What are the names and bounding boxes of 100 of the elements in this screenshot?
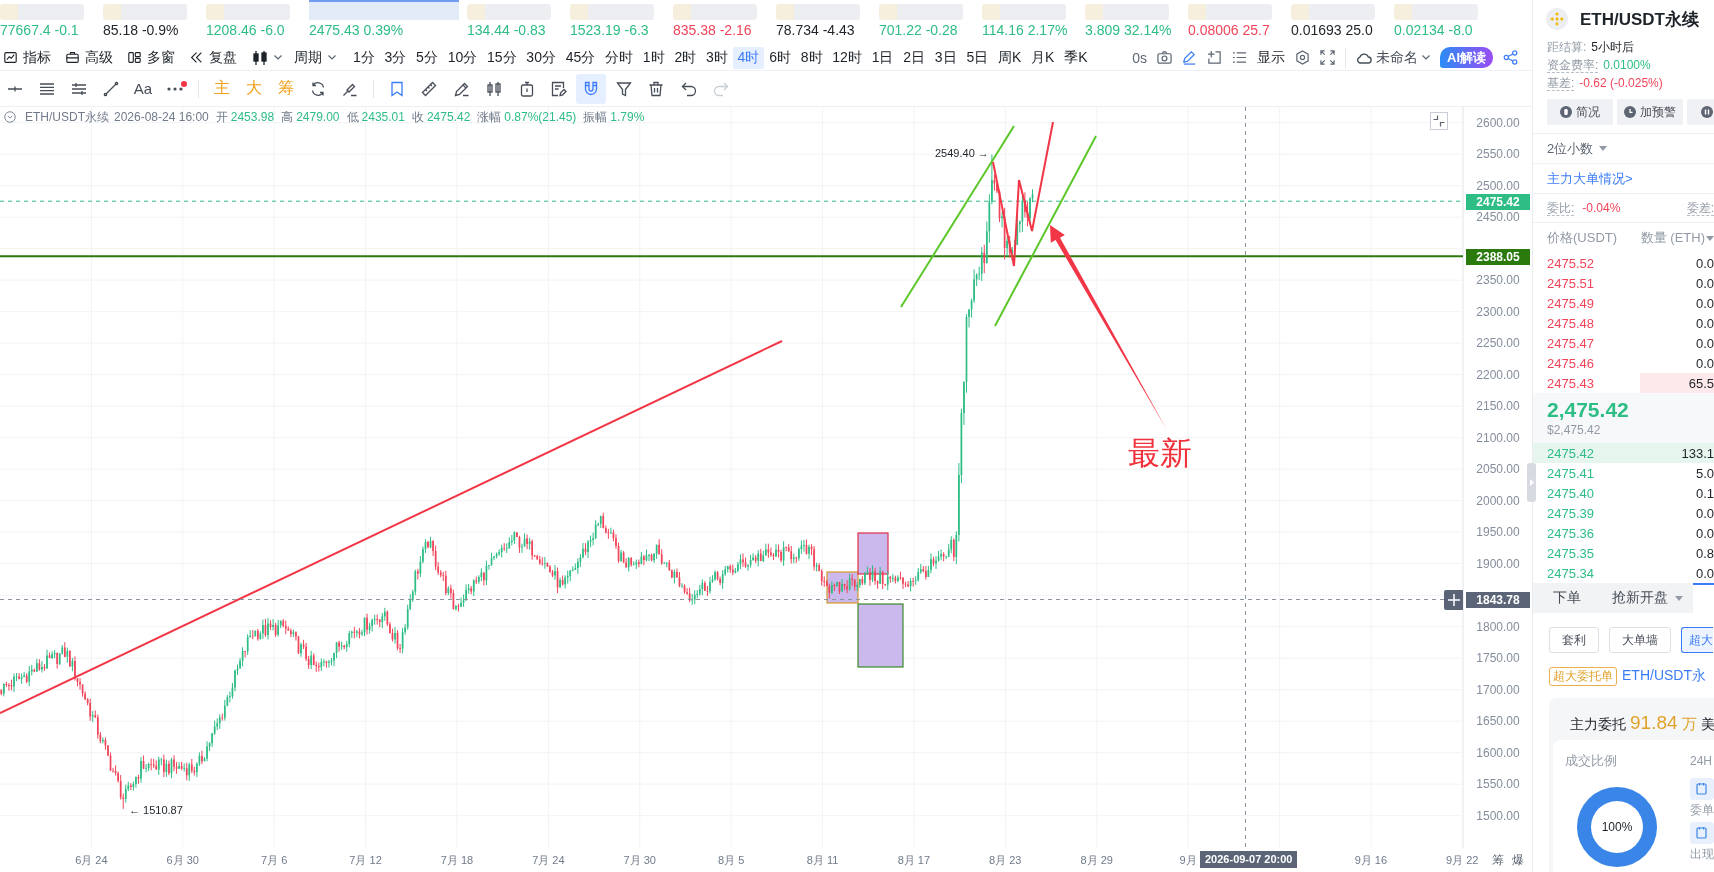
advanced-button[interactable]: 高级 <box>66 46 113 69</box>
briefcase-icon <box>66 51 79 64</box>
axis-button[interactable]: 爆 <box>1512 851 1524 869</box>
time-axis-label: 9月 <box>1179 853 1197 867</box>
layout-dropdown[interactable]: 未命名 <box>1356 46 1430 69</box>
stat-value: 5小时后 <box>1591 40 1635 54</box>
interval-tab[interactable]: 2时 <box>669 46 702 69</box>
interval-tab[interactable]: 1时 <box>637 46 670 69</box>
filter-button[interactable]: 套利 <box>1549 627 1599 653</box>
ticker-quote[interactable]: 0.01693 25.0 <box>1291 21 1373 39</box>
action-button[interactable]: 简况 <box>1547 99 1613 125</box>
price-axis-label: 2300.00 <box>1476 304 1520 319</box>
precision-dropdown[interactable]: 2位小数 <box>1547 139 1608 158</box>
symbol-link[interactable]: ETH/USDT永 <box>1622 667 1706 685</box>
replay-button[interactable]: 复盘 <box>190 46 237 69</box>
ruler-icon[interactable] <box>421 80 438 97</box>
list-icon[interactable] <box>1232 50 1247 65</box>
shrink-icon[interactable] <box>1430 112 1448 130</box>
interval-tab[interactable]: 月K <box>1026 46 1060 69</box>
pen-icon[interactable] <box>453 80 470 97</box>
symbol-title: ETH/USDT永续 <box>1580 8 1699 31</box>
trash-icon[interactable] <box>648 80 665 97</box>
ai-button[interactable]: AI解读 <box>1440 47 1493 68</box>
clipboard-icon[interactable] <box>1690 778 1714 800</box>
interval-tab[interactable]: 1分 <box>348 46 380 69</box>
big-orders-link[interactable]: 主力大单情况> <box>1547 169 1633 188</box>
settings-icon[interactable] <box>1295 50 1310 65</box>
interval-tab[interactable]: 分时 <box>600 46 638 69</box>
interval-tab[interactable]: 2日 <box>898 46 930 69</box>
multi-window-button[interactable]: 多窗 <box>128 46 175 69</box>
price-axis-label: 1550.00 <box>1476 777 1520 792</box>
ticker-quote[interactable]: 85.18 -0.9% <box>103 21 179 39</box>
chevron-down-circle-icon[interactable] <box>4 111 16 123</box>
interval-tab[interactable]: 5日 <box>961 46 994 69</box>
caret-down-icon <box>1422 55 1430 60</box>
frame-plus-icon[interactable] <box>1207 50 1222 65</box>
stopwatch-icon[interactable] <box>518 80 535 97</box>
interval-tab[interactable]: 30分 <box>521 46 561 69</box>
summary-label: 主力委托 <box>1570 716 1626 734</box>
interval-tab[interactable]: 周K <box>993 46 1027 69</box>
ticker-quote[interactable]: 78.734 -4.43 <box>776 21 855 39</box>
candlestick-icon[interactable] <box>486 80 503 97</box>
interval-tab[interactable]: 1日 <box>866 46 899 69</box>
ticker-quote[interactable]: 0.08006 25.7 <box>1188 21 1270 39</box>
interval-tab[interactable]: 12时 <box>827 46 867 69</box>
period-dropdown[interactable]: 周期 <box>294 46 336 69</box>
interval-tab[interactable]: 5分 <box>411 46 443 69</box>
more-dots-icon[interactable] <box>167 86 183 91</box>
indicators-button[interactable]: 指标 <box>4 46 51 69</box>
pause-circle-icon <box>1701 106 1713 118</box>
filter-icon[interactable] <box>615 80 632 97</box>
field-label: 收 <box>411 108 424 126</box>
parallel-lines-icon[interactable] <box>71 80 87 97</box>
order-amount: 0.0 <box>1695 505 1714 521</box>
crosshair-price-tag: 1843.78 <box>1466 592 1530 608</box>
clipboard-icon[interactable] <box>1690 822 1714 844</box>
interval-tab[interactable]: 3日 <box>929 46 962 69</box>
interval-tab[interactable]: 15分 <box>482 46 522 69</box>
action-button[interactable]: 加预警 <box>1617 99 1683 125</box>
interval-tab[interactable]: 3分 <box>379 46 412 69</box>
order-tab[interactable]: 下单 <box>1533 583 1601 613</box>
camera-icon[interactable] <box>1157 50 1172 65</box>
pencil-icon[interactable] <box>1182 50 1197 65</box>
diagonal-line-icon[interactable] <box>103 80 119 97</box>
low-price-label: ← 1510.87 <box>129 803 183 817</box>
ticker-quote[interactable]: 835.38 -2.16 <box>673 21 752 39</box>
time-axis-label: 6月 30 <box>166 853 199 867</box>
interval-tab[interactable]: 8时 <box>795 46 828 69</box>
interval-tab[interactable]: 45分 <box>560 46 601 69</box>
ask-price: 2475.43 <box>1547 375 1594 391</box>
order-tab[interactable] <box>1693 583 1714 613</box>
lines-icon[interactable] <box>39 80 55 97</box>
interval-tab[interactable]: 3时 <box>701 46 733 69</box>
interval-tab[interactable]: 季K <box>1059 46 1093 69</box>
undo-icon[interactable] <box>680 80 697 97</box>
document-edit-icon[interactable] <box>550 80 567 97</box>
axis-button[interactable]: 筹 <box>1492 851 1504 869</box>
ring-reading: 100% <box>1601 820 1633 834</box>
candlestick-icon <box>252 49 268 66</box>
interval-tab[interactable]: 10分 <box>442 46 483 69</box>
panel-collapse-handle[interactable] <box>1527 463 1536 502</box>
stat-caption: 委单 <box>1690 802 1714 818</box>
display-button[interactable]: 显示 <box>1257 46 1285 69</box>
share-icon[interactable] <box>1503 50 1518 65</box>
bid-price: 2475.34 <box>1547 565 1594 581</box>
price-axis-label: 2500.00 <box>1476 178 1520 193</box>
refresh-icon[interactable] <box>310 80 326 97</box>
icon-button[interactable] <box>1687 99 1714 125</box>
text-tool-button[interactable]: Aa <box>133 80 153 97</box>
order-tab[interactable]: 抢新开盘 <box>1601 583 1693 613</box>
filter-button[interactable]: 大单墙 <box>1609 627 1671 653</box>
time-axis-label: 7月 12 <box>349 853 382 867</box>
fullscreen-icon[interactable] <box>1320 50 1335 65</box>
interval-tab[interactable]: 6时 <box>764 46 796 69</box>
plus-icon[interactable] <box>1444 590 1463 610</box>
annotation-text: 最新 <box>1128 435 1192 471</box>
magnet-button[interactable] <box>576 73 607 104</box>
bookmark-icon[interactable] <box>389 80 405 97</box>
filter-button[interactable]: 超大 <box>1681 627 1713 653</box>
field-value: 2475.42 <box>426 110 471 124</box>
